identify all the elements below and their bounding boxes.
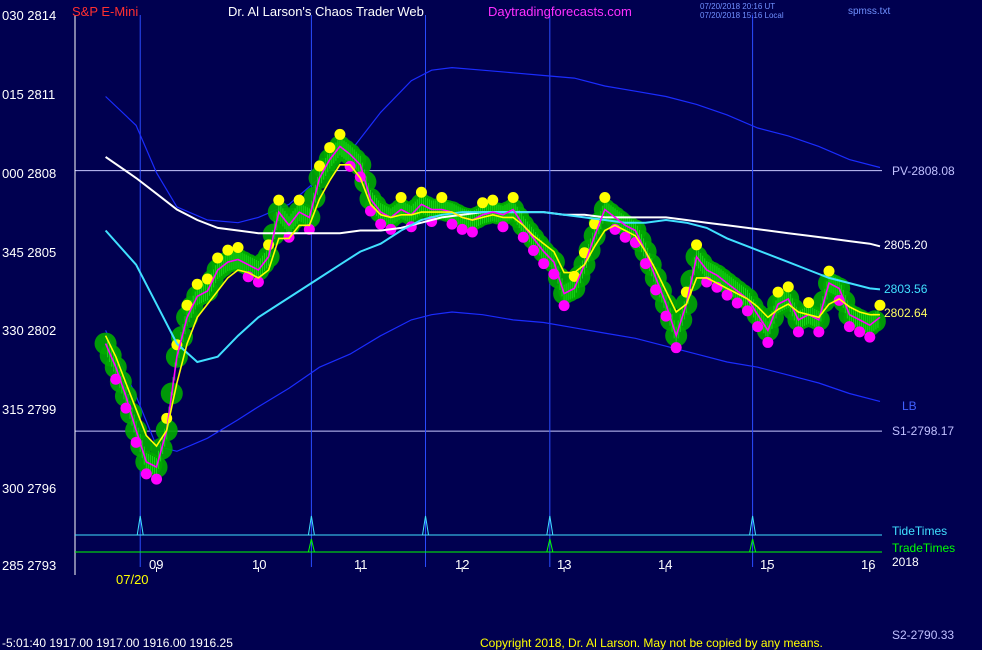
yellow-dot (273, 194, 285, 206)
yellow-dot (782, 281, 794, 293)
yellow-dot (191, 278, 203, 290)
magenta-dot (140, 468, 152, 480)
yellow-dot (395, 192, 407, 204)
magenta-dot (843, 321, 855, 333)
x-tick-label: 15 (760, 557, 775, 572)
yellow-dot (436, 192, 448, 204)
y-tick-label: 000 2808 (2, 166, 57, 181)
date-label: 07/20 (116, 572, 149, 587)
magenta-dot (731, 297, 743, 309)
s2-label: S2-2790.33 (892, 628, 955, 642)
magenta-dot (558, 300, 570, 312)
chart-root: S&P E-Mini Dr. Al Larson's Chaos Trader … (0, 0, 982, 650)
x-tick-label: 12 (455, 557, 470, 572)
white-ma-label: 2805.20 (884, 238, 928, 252)
yellow-dot (691, 239, 703, 251)
yellow-dot (477, 197, 489, 209)
year-label: 2018 (892, 555, 919, 569)
magenta-dot (538, 258, 550, 270)
lb-label: LB (902, 399, 917, 413)
yellow-dot (222, 244, 234, 256)
yellow-dot (212, 252, 224, 264)
yellow-dot (507, 192, 519, 204)
copyright: Copyright 2018, Dr. Al Larson. May not b… (480, 636, 823, 650)
site-title: Dr. Al Larson's Chaos Trader Web (228, 4, 424, 19)
cyan-ma-label: 2803.56 (884, 282, 928, 296)
site-url: Daytradingforecasts.com (488, 4, 632, 19)
timestamp-local: 07/20/2018 15:16 Local (700, 11, 784, 20)
tradetimes-label: TradeTimes (892, 541, 956, 555)
magenta-dot (497, 221, 509, 233)
x-tick-label: 11 (354, 557, 368, 572)
magenta-dot (466, 226, 478, 238)
magenta-dot (446, 218, 458, 230)
yellow-dot (293, 194, 305, 206)
yellow-dot (803, 297, 815, 309)
x-tick-label: 10 (252, 557, 267, 572)
tidetimes-label: TideTimes (892, 524, 948, 538)
chart-canvas (74, 15, 886, 575)
magenta-dot (854, 326, 866, 338)
s1-label: S1-2798.17 (892, 424, 955, 438)
yellow-dot (599, 192, 611, 204)
yellow-dot (415, 186, 427, 198)
yellow-dot (324, 142, 336, 154)
yellow-dot (487, 194, 499, 206)
x-tick-label: 14 (658, 557, 673, 572)
magenta-dot (517, 231, 529, 243)
yellow-dot (823, 265, 835, 277)
timestamp-ut: 07/20/2018 20:16 UT (700, 2, 776, 11)
magenta-dot (151, 473, 163, 485)
pv-label: PV-2808.08 (892, 164, 955, 178)
magenta-dot (752, 321, 764, 333)
y-tick-label: 330 2802 (2, 323, 57, 338)
magenta-dot (762, 336, 774, 348)
magenta-dot (670, 342, 682, 354)
yellow-dot (772, 286, 784, 298)
magenta-dot (742, 305, 753, 317)
x-tick-label: 09 (149, 557, 164, 572)
magenta-dot (528, 244, 540, 256)
magenta-dot (864, 331, 876, 343)
y-tick-label: 300 2796 (2, 481, 57, 496)
y-tick-label: 315 2799 (2, 402, 57, 417)
y-tick-label: 030 2814 (2, 8, 57, 23)
x-tick-label: 13 (557, 557, 572, 572)
y-tick-label: 345 2805 (2, 245, 57, 260)
magenta-dot (456, 223, 468, 235)
magenta-dot (792, 326, 804, 338)
magenta-dot (619, 231, 631, 243)
quote-readout: -5:01:40 1917.00 1917.00 1916.00 1916.25 (2, 636, 233, 650)
y-tick-label: 015 2811 (2, 87, 56, 102)
symbol-title: S&P E-Mini (72, 4, 139, 19)
yellow-dot (232, 241, 244, 253)
magenta-dot (813, 326, 825, 338)
x-tick-label: 16 (861, 557, 876, 572)
yellow-dot (334, 128, 346, 140)
yellow-ma-label: 2802.64 (884, 306, 928, 320)
magenta-dot (375, 218, 387, 230)
y-tick-label: 285 2793 (2, 558, 57, 573)
data-file: spmss.txt (848, 6, 891, 17)
